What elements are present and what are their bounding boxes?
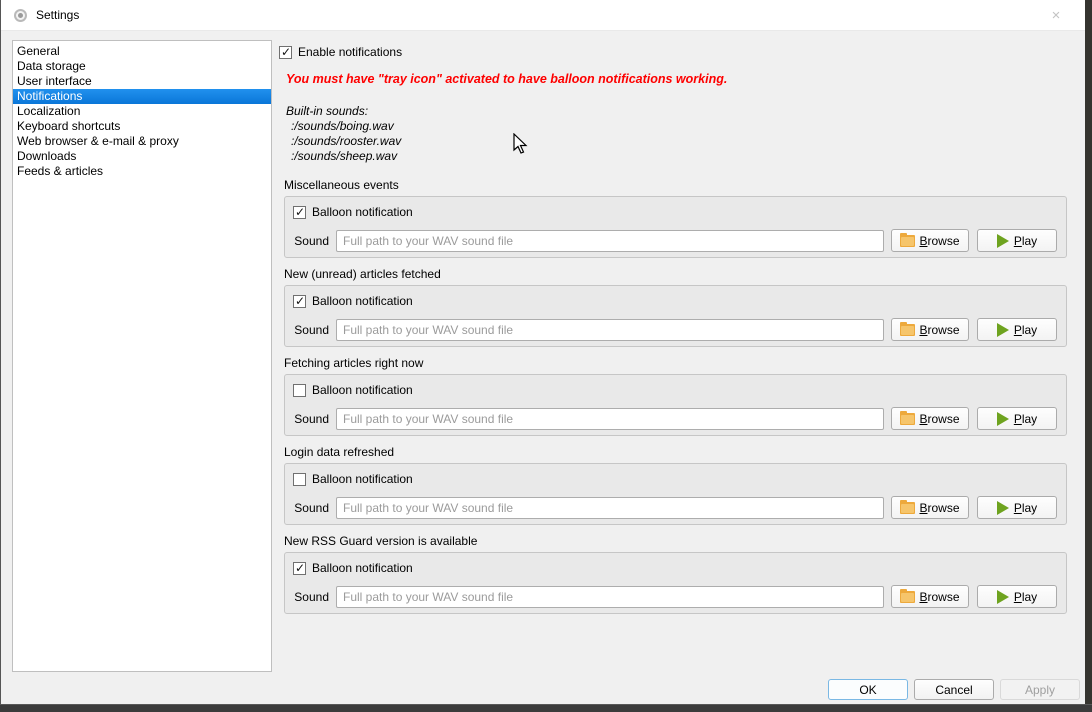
builtin-sound-path: :/sounds/rooster.wav [286, 134, 401, 149]
balloon-notification-label: Balloon notification [312, 294, 413, 308]
window-edge-left [0, 0, 1, 712]
group-box: Balloon notification Sound Browse Play [284, 463, 1067, 525]
folder-icon [900, 502, 915, 514]
window-title: Settings [36, 8, 79, 22]
sound-label: Sound [293, 501, 329, 515]
balloon-notification-checkbox[interactable] [293, 206, 306, 219]
play-icon [997, 412, 1009, 426]
balloon-notification-row[interactable]: Balloon notification [293, 293, 1057, 309]
sidebar-item-feeds-articles[interactable]: Feeds & articles [13, 164, 271, 179]
group-new-articles-fetched: New (unread) articles fetched Balloon no… [284, 267, 1067, 347]
window-edge-right [1085, 0, 1092, 712]
group-title: New (unread) articles fetched [284, 267, 1067, 281]
sound-path-input[interactable] [336, 230, 884, 252]
close-icon[interactable]: × [1045, 5, 1067, 25]
group-box: Balloon notification Sound Browse Play [284, 285, 1067, 347]
sound-path-input[interactable] [336, 497, 884, 519]
cancel-button[interactable]: Cancel [914, 679, 994, 700]
balloon-notification-checkbox[interactable] [293, 295, 306, 308]
sidebar-item-data-storage[interactable]: Data storage [13, 59, 271, 74]
sidebar-item-general[interactable]: General [13, 44, 271, 59]
builtin-sounds-block: Built-in sounds: :/sounds/boing.wav :/so… [286, 104, 401, 164]
sidebar-item-notifications[interactable]: Notifications [13, 89, 271, 104]
sound-label: Sound [293, 234, 329, 248]
screen: Settings × General Data storage User int… [0, 0, 1092, 712]
play-button[interactable]: Play [977, 229, 1057, 252]
play-icon [997, 501, 1009, 515]
play-button[interactable]: Play [977, 318, 1057, 341]
sound-path-input[interactable] [336, 408, 884, 430]
enable-notifications-label: Enable notifications [298, 45, 402, 59]
sidebar-item-keyboard-shortcuts[interactable]: Keyboard shortcuts [13, 119, 271, 134]
browse-button[interactable]: Browse [891, 318, 969, 341]
balloon-notification-label: Balloon notification [312, 205, 413, 219]
folder-icon [900, 235, 915, 247]
play-button[interactable]: Play [977, 496, 1057, 519]
settings-gear-icon [14, 9, 27, 22]
sound-path-input[interactable] [336, 586, 884, 608]
titlebar[interactable]: Settings × [1, 0, 1085, 31]
balloon-notification-checkbox[interactable] [293, 562, 306, 575]
builtin-sounds-intro: Built-in sounds: [286, 104, 401, 119]
sidebar-item-localization[interactable]: Localization [13, 104, 271, 119]
balloon-notification-label: Balloon notification [312, 561, 413, 575]
group-title: Login data refreshed [284, 445, 1067, 459]
group-box: Balloon notification Sound Browse Play [284, 374, 1067, 436]
browse-button[interactable]: Browse [891, 496, 969, 519]
folder-icon [900, 413, 915, 425]
group-box: Balloon notification Sound Browse Play [284, 552, 1067, 614]
builtin-sound-path: :/sounds/sheep.wav [286, 149, 401, 164]
sidebar-item-web-browser-proxy[interactable]: Web browser & e-mail & proxy [13, 134, 271, 149]
balloon-notification-row[interactable]: Balloon notification [293, 204, 1057, 220]
folder-icon [900, 591, 915, 603]
window-edge-bottom [0, 704, 1092, 712]
sound-label: Sound [293, 590, 329, 604]
ok-button[interactable]: OK [828, 679, 908, 700]
group-fetching-articles: Fetching articles right now Balloon noti… [284, 356, 1067, 436]
browse-button[interactable]: Browse [891, 229, 969, 252]
play-button[interactable]: Play [977, 407, 1057, 430]
balloon-notification-label: Balloon notification [312, 472, 413, 486]
browse-button[interactable]: Browse [891, 407, 969, 430]
balloon-notification-checkbox[interactable] [293, 384, 306, 397]
group-login-data-refreshed: Login data refreshed Balloon notificatio… [284, 445, 1067, 525]
tray-icon-warning: You must have "tray icon" activated to h… [286, 72, 727, 86]
group-new-version-available: New RSS Guard version is available Ballo… [284, 534, 1067, 614]
balloon-notification-row[interactable]: Balloon notification [293, 560, 1057, 576]
play-icon [997, 234, 1009, 248]
folder-icon [900, 324, 915, 336]
apply-button[interactable]: Apply [1000, 679, 1080, 700]
settings-category-list: General Data storage User interface Noti… [12, 40, 272, 672]
play-button[interactable]: Play [977, 585, 1057, 608]
mouse-cursor [513, 133, 528, 155]
group-title: Fetching articles right now [284, 356, 1067, 370]
group-box: Balloon notification Sound Browse Play [284, 196, 1067, 258]
group-miscellaneous-events: Miscellaneous events Balloon notificatio… [284, 178, 1067, 258]
group-title: Miscellaneous events [284, 178, 1067, 192]
builtin-sound-path: :/sounds/boing.wav [286, 119, 401, 134]
balloon-notification-label: Balloon notification [312, 383, 413, 397]
sound-path-input[interactable] [336, 319, 884, 341]
sound-label: Sound [293, 323, 329, 337]
sidebar-item-user-interface[interactable]: User interface [13, 74, 271, 89]
enable-notifications-checkbox[interactable] [279, 46, 292, 59]
settings-dialog: Settings × General Data storage User int… [1, 0, 1085, 704]
group-title: New RSS Guard version is available [284, 534, 1067, 548]
enable-notifications-row[interactable]: Enable notifications [279, 45, 402, 59]
balloon-notification-checkbox[interactable] [293, 473, 306, 486]
sound-label: Sound [293, 412, 329, 426]
sidebar-item-downloads[interactable]: Downloads [13, 149, 271, 164]
browse-button[interactable]: Browse [891, 585, 969, 608]
play-icon [997, 590, 1009, 604]
balloon-notification-row[interactable]: Balloon notification [293, 471, 1057, 487]
play-icon [997, 323, 1009, 337]
balloon-notification-row[interactable]: Balloon notification [293, 382, 1057, 398]
